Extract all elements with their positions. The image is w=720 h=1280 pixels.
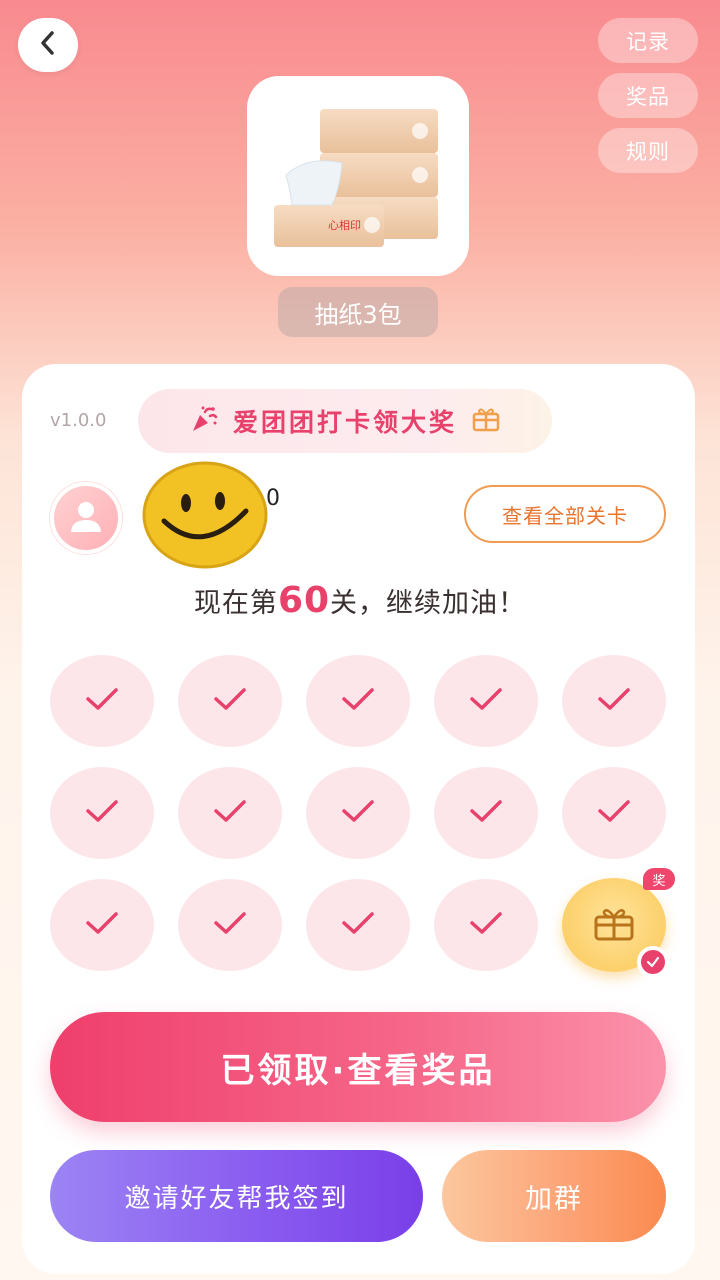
check-icon bbox=[596, 797, 632, 829]
check-icon bbox=[646, 953, 660, 972]
checkin-cell-done bbox=[306, 879, 410, 971]
smiley-face-sticker bbox=[142, 461, 268, 569]
checkin-cell-done bbox=[434, 879, 538, 971]
checkin-cell-done bbox=[434, 767, 538, 859]
current-level: 60 bbox=[277, 580, 331, 621]
checkin-cell-done bbox=[178, 767, 282, 859]
invite-friends-button[interactable]: 邀请好友帮我签到 bbox=[50, 1150, 423, 1242]
check-icon bbox=[596, 685, 632, 717]
checkin-cell-done bbox=[562, 655, 666, 747]
progress-message: 现在第60关，继续加油！ bbox=[193, 580, 527, 621]
checkin-cell-done bbox=[50, 767, 154, 859]
check-icon bbox=[212, 685, 248, 717]
prize-badge: 奖 bbox=[643, 868, 675, 890]
top-links: 记录 奖品 规则 bbox=[598, 18, 698, 173]
tissue-pack-image: 心相印 bbox=[274, 109, 438, 247]
check-icon bbox=[212, 909, 248, 941]
svg-text:心相印: 心相印 bbox=[328, 219, 361, 232]
rules-link[interactable]: 规则 bbox=[598, 128, 698, 173]
claimed-check-badge bbox=[637, 946, 669, 978]
records-link[interactable]: 记录 bbox=[598, 18, 698, 63]
checkin-cell-done bbox=[178, 655, 282, 747]
checkin-cell-done bbox=[50, 879, 154, 971]
join-group-button[interactable]: 加群 bbox=[442, 1150, 666, 1242]
version-label: v1.0.0 bbox=[50, 410, 107, 431]
event-title: 爱团团打卡领大奖 bbox=[232, 408, 457, 437]
check-icon bbox=[340, 909, 376, 941]
chevron-left-icon bbox=[37, 30, 59, 60]
user-icon bbox=[66, 496, 106, 540]
check-icon bbox=[340, 685, 376, 717]
claimed-view-prize-button[interactable]: 已领取·查看奖品 bbox=[50, 1012, 666, 1122]
checkin-cell-done bbox=[178, 879, 282, 971]
prize-name: 抽纸3包 bbox=[278, 287, 438, 337]
event-title-pill: 爱团团打卡领大奖 bbox=[138, 389, 552, 453]
party-popper-icon bbox=[189, 404, 219, 438]
check-icon bbox=[468, 797, 504, 829]
prizes-link[interactable]: 奖品 bbox=[598, 73, 698, 118]
check-icon bbox=[468, 685, 504, 717]
checkin-grid: 奖 bbox=[50, 655, 675, 978]
check-icon bbox=[340, 797, 376, 829]
check-icon bbox=[84, 909, 120, 941]
checkin-cell-done bbox=[562, 767, 666, 859]
checkin-cell-done bbox=[306, 655, 410, 747]
check-icon bbox=[84, 685, 120, 717]
gift-icon bbox=[471, 405, 501, 437]
avatar bbox=[50, 482, 122, 554]
checkin-cell-done bbox=[306, 767, 410, 859]
checkin-cell-done bbox=[434, 655, 538, 747]
checkin-cell-done bbox=[50, 655, 154, 747]
back-button[interactable] bbox=[18, 18, 78, 72]
prize-image-card: 心相印 bbox=[247, 76, 469, 276]
gift-box-icon bbox=[592, 903, 636, 947]
check-icon bbox=[468, 909, 504, 941]
view-all-levels-button[interactable]: 查看全部关卡 bbox=[464, 485, 666, 543]
check-icon bbox=[84, 797, 120, 829]
check-icon bbox=[212, 797, 248, 829]
